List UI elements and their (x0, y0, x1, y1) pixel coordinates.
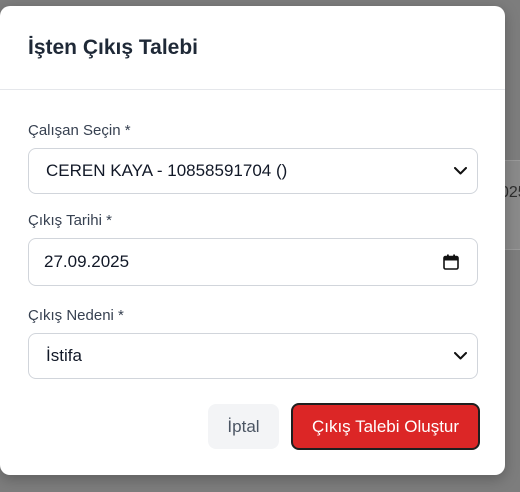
cancel-button[interactable]: İptal (208, 404, 279, 449)
exit-date-input[interactable]: 27.09.2025 (28, 238, 478, 286)
chevron-down-icon (453, 349, 467, 363)
employee-select[interactable]: CEREN KAYA - 10858591704 () (28, 148, 478, 194)
calendar-icon[interactable] (443, 254, 459, 270)
employee-select-value: CEREN KAYA - 10858591704 () (46, 161, 288, 180)
modal-title: İşten Çıkış Talebi (28, 36, 198, 59)
create-exit-request-button[interactable]: Çıkış Talebi Oluştur (291, 403, 480, 450)
chevron-down-icon (453, 164, 467, 178)
exit-date-label: Çıkış Tarihi * (28, 212, 112, 229)
exit-date-value: 27.09.2025 (44, 252, 130, 271)
exit-reason-select-value: İstifa (46, 346, 82, 365)
exit-reason-select[interactable]: İstifa (28, 333, 478, 379)
modal-header: İşten Çıkış Talebi (0, 6, 505, 90)
exit-reason-field: Çıkış Nedeni * İstifa (28, 307, 478, 379)
exit-date-field: Çıkış Tarihi * 27.09.2025 (28, 212, 478, 286)
employee-field: Çalışan Seçin * CEREN KAYA - 10858591704… (28, 122, 478, 194)
employee-label: Çalışan Seçin * (28, 122, 131, 139)
exit-reason-label: Çıkış Nedeni * (28, 307, 124, 324)
exit-request-modal: İşten Çıkış Talebi Çalışan Seçin * CEREN… (0, 6, 505, 475)
